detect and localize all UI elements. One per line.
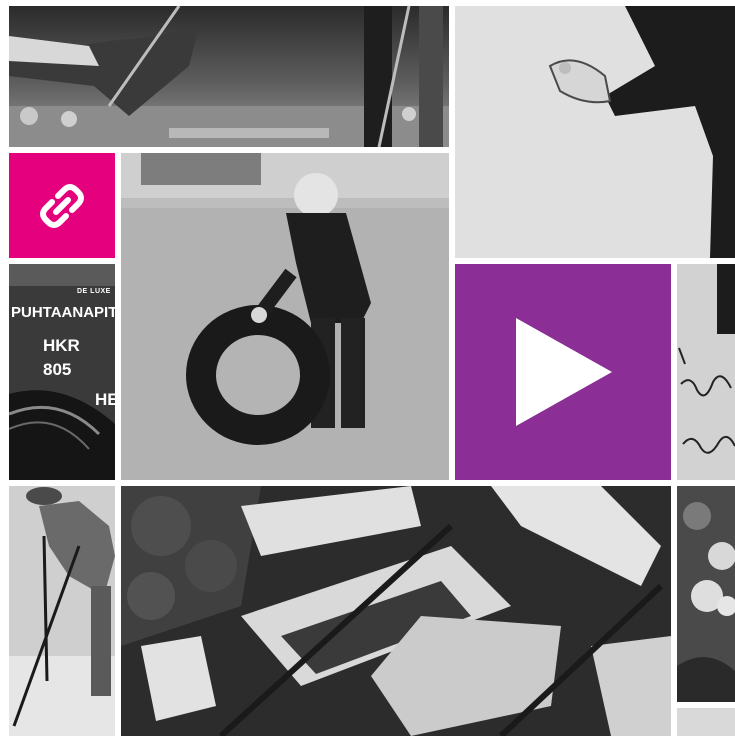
photo-flowers[interactable] (677, 486, 735, 702)
suit-photo-art (455, 6, 735, 258)
photo-boy-rolling-tire[interactable] (121, 153, 449, 480)
tire-photo-art (121, 153, 449, 480)
flowers-photo-art (677, 486, 735, 702)
skier-photo-art (9, 486, 115, 736)
vehicle-line2-text: HKR (43, 336, 80, 355)
photo-vintage-vehicle-plate[interactable]: DE LUXE PUHTAANAPITO HKR 805 HE (9, 264, 115, 480)
photo-handwritten-letter[interactable] (677, 264, 735, 480)
link-button[interactable] (9, 153, 115, 258)
photo-skier-with-poles[interactable] (9, 486, 115, 736)
photo-flowers-bottom-strip (677, 708, 735, 736)
aerial-photo-art (121, 486, 671, 736)
swings-photo-art (9, 6, 449, 147)
vehicle-line1-text: PUHTAANAPITO (11, 304, 115, 321)
vehicle-line4-text: HE (95, 390, 115, 409)
play-icon (516, 318, 612, 426)
photo-aerial-city-blocks[interactable] (121, 486, 671, 736)
play-button[interactable] (455, 264, 671, 480)
vehicle-line3-text: 805 (43, 360, 72, 379)
photo-man-in-suit-gesturing[interactable] (455, 6, 735, 258)
vehicle-brand-text: DE LUXE (77, 288, 111, 295)
link-icon (40, 183, 84, 228)
letter-photo-art (677, 264, 735, 480)
photo-children-on-swings[interactable] (9, 6, 449, 147)
